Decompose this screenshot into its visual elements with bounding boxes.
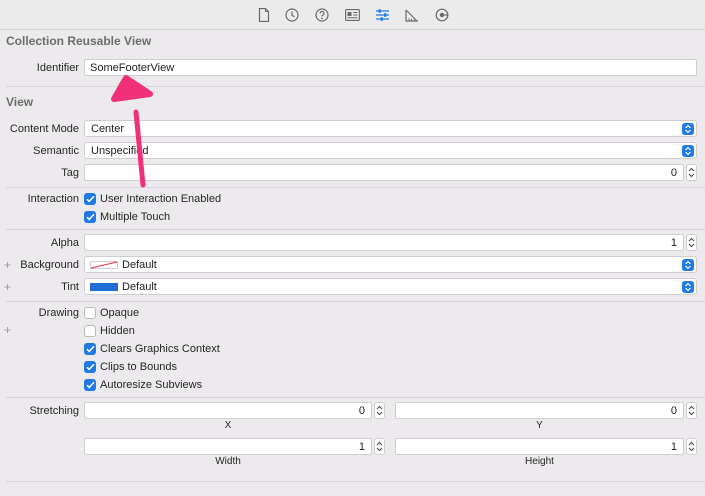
alpha-value: 1 [670, 237, 677, 249]
checkbox-unchecked-icon [84, 307, 96, 319]
stepper-arrows-icon [688, 405, 695, 416]
alpha-label: Alpha [50, 237, 79, 249]
add-variation-plus-icon[interactable]: + [4, 258, 11, 272]
semantic-popup[interactable]: Unspecified [84, 142, 697, 159]
collection-section-title: Collection Reusable View [6, 34, 152, 48]
checkmark-icon [84, 379, 96, 391]
stretch-width-stepper[interactable] [374, 438, 385, 455]
tint-value: Default [122, 281, 157, 293]
stepper-arrows-icon [688, 441, 695, 452]
opaque-checkbox[interactable]: Opaque [84, 306, 139, 320]
attributes-icon[interactable] [374, 7, 390, 23]
semantic-value: Unspecified [91, 145, 149, 157]
stretch-y-stepper[interactable] [686, 402, 697, 419]
alpha-stepper[interactable] [686, 234, 697, 251]
autoresize-subviews-text: Autoresize Subviews [100, 379, 203, 391]
stretch-y-value: 0 [670, 405, 677, 417]
help-icon[interactable] [314, 7, 330, 23]
section-divider [6, 301, 705, 302]
stretch-height-stepper[interactable] [686, 438, 697, 455]
background-popup[interactable]: Default [84, 256, 697, 273]
checkmark-icon [84, 193, 96, 205]
content-mode-popup[interactable]: Center [84, 120, 697, 137]
clears-graphics-text: Clears Graphics Context [100, 343, 220, 355]
stretch-x-caption: X [224, 420, 232, 431]
identity-icon[interactable] [344, 7, 360, 23]
autoresize-subviews-checkbox[interactable]: Autoresize Subviews [84, 378, 202, 392]
section-divider [6, 86, 705, 87]
stretch-width-value: 1 [358, 441, 365, 453]
multiple-touch-text: Multiple Touch [100, 211, 171, 223]
stepper-arrows-icon [376, 441, 383, 452]
size-icon[interactable] [404, 7, 420, 23]
file-icon[interactable] [256, 7, 272, 23]
history-icon[interactable] [284, 7, 300, 23]
alpha-field[interactable]: 1 [84, 234, 684, 251]
stepper-arrows-icon [688, 237, 695, 248]
stretching-label: Stretching [29, 405, 79, 417]
tag-field[interactable]: 0 [84, 164, 684, 181]
clips-to-bounds-text: Clips to Bounds [100, 361, 178, 373]
tag-stepper[interactable] [686, 164, 697, 181]
clears-graphics-checkbox[interactable]: Clears Graphics Context [84, 342, 220, 356]
tint-popup[interactable]: Default [84, 278, 697, 295]
semantic-label: Semantic [33, 145, 79, 157]
add-variation-plus-icon[interactable]: + [4, 323, 11, 337]
tint-label: Tint [61, 281, 79, 293]
stretch-height-caption: Height [525, 456, 554, 467]
stretch-x-stepper[interactable] [374, 402, 385, 419]
checkmark-icon [84, 361, 96, 373]
add-variation-plus-icon[interactable]: + [4, 280, 11, 294]
opaque-text: Opaque [100, 307, 140, 319]
connections-icon[interactable] [434, 7, 450, 23]
chevron-updown-icon [682, 281, 694, 293]
stretch-height-field[interactable]: 1 [395, 438, 684, 455]
background-value: Default [122, 259, 157, 271]
chevron-updown-icon [682, 123, 694, 135]
section-divider [6, 187, 705, 188]
user-interaction-text: User Interaction Enabled [100, 193, 222, 205]
default-color-swatch-icon [90, 261, 118, 269]
content-mode-label: Content Mode [9, 123, 79, 135]
stretch-y-caption: Y [536, 420, 543, 431]
stretch-x-field[interactable]: 0 [84, 402, 372, 419]
clips-to-bounds-checkbox[interactable]: Clips to Bounds [84, 360, 177, 374]
content-mode-value: Center [91, 123, 125, 135]
checkmark-icon [84, 211, 96, 223]
stretch-width-field[interactable]: 1 [84, 438, 372, 455]
section-divider [6, 481, 705, 482]
section-divider [6, 397, 705, 398]
identifier-value: SomeFooterView [90, 62, 175, 74]
chevron-updown-icon [682, 145, 694, 157]
stepper-arrows-icon [376, 405, 383, 416]
identifier-field[interactable]: SomeFooterView [84, 59, 697, 76]
drawing-label: Drawing [38, 307, 79, 319]
stretch-width-caption: Width [215, 456, 241, 467]
interaction-label: Interaction [27, 193, 79, 205]
tint-color-swatch-icon [90, 283, 118, 291]
section-divider [6, 229, 705, 230]
inspector-toolbar [0, 0, 705, 30]
background-label: Background [20, 259, 79, 271]
tag-label: Tag [61, 167, 79, 179]
stretch-y-field[interactable]: 0 [395, 402, 684, 419]
multiple-touch-checkbox[interactable]: Multiple Touch [84, 210, 170, 224]
checkmark-icon [84, 343, 96, 355]
chevron-updown-icon [682, 259, 694, 271]
checkbox-unchecked-icon [84, 325, 96, 337]
identifier-label: Identifier [36, 62, 79, 74]
stretch-height-value: 1 [670, 441, 677, 453]
hidden-text: Hidden [100, 325, 135, 337]
view-section-title: View [6, 95, 34, 109]
stepper-arrows-icon [688, 167, 695, 178]
tag-value: 0 [670, 167, 677, 179]
stretch-x-value: 0 [358, 405, 365, 417]
user-interaction-checkbox[interactable]: User Interaction Enabled [84, 192, 221, 206]
hidden-checkbox[interactable]: Hidden [84, 324, 135, 338]
